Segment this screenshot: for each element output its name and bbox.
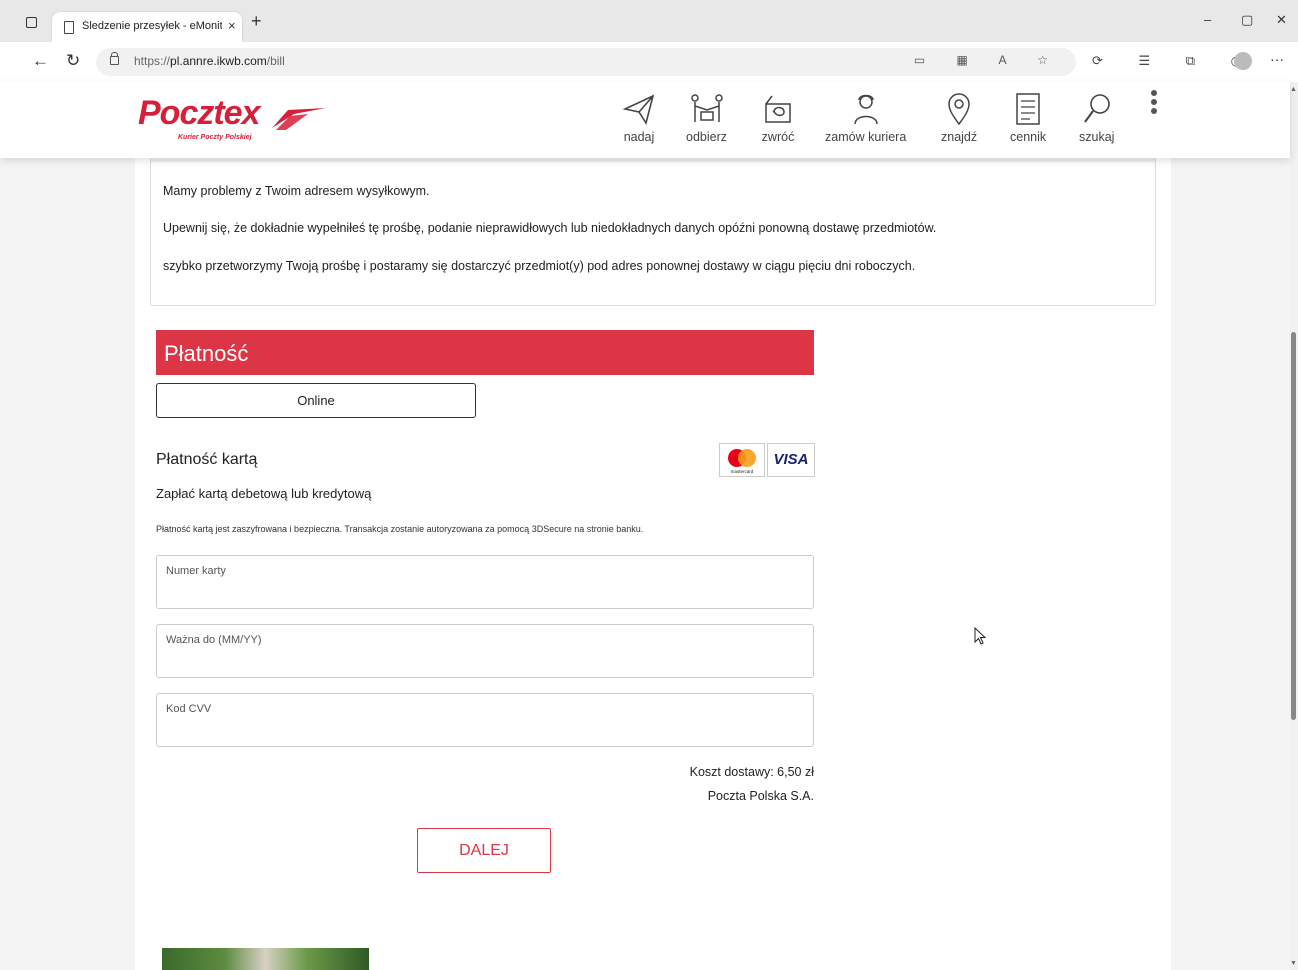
more-icon[interactable]: ··· <box>1270 51 1284 67</box>
card-security-note: Płatność kartą jest zaszyfrowana i bezpi… <box>156 524 644 534</box>
pickup-icon <box>690 94 723 122</box>
online-payment-button[interactable]: Online <box>156 383 476 418</box>
tab-close-button[interactable]: × <box>228 18 236 33</box>
lock-icon[interactable] <box>110 52 119 65</box>
scroll-down-icon[interactable]: ▼ <box>1290 960 1297 967</box>
mouse-cursor-icon <box>974 627 986 645</box>
refresh-icon[interactable]: ↻ <box>66 51 80 71</box>
scroll-up-icon[interactable]: ▲ <box>1290 86 1297 93</box>
logo-swoosh-icon <box>272 108 326 130</box>
card-payment-title: Płatność kartą <box>156 451 258 468</box>
nav-zwroc[interactable]: zwróć <box>760 92 796 144</box>
price-list-icon <box>1016 93 1040 125</box>
location-pin-icon <box>948 93 970 126</box>
new-tab-button[interactable]: + <box>251 12 262 30</box>
nav-znajdz[interactable]: znajdź <box>941 92 977 144</box>
back-icon[interactable]: ← <box>32 51 49 71</box>
delivery-cost: Koszt dostawy: 6,50 zł <box>689 765 814 779</box>
scrollbar-thumb[interactable] <box>1291 332 1296 720</box>
pocztex-logo[interactable]: Pocztex Kurier Poczty Polskiej <box>138 94 326 141</box>
more-menu-icon[interactable] <box>1151 90 1157 117</box>
cvv-input[interactable] <box>157 694 813 746</box>
nav-szukaj[interactable]: szukaj <box>1079 92 1114 144</box>
browser-tab-bar: Śledzenie przesyłek - eMonitorin × + – ▢… <box>0 0 1298 42</box>
paper-plane-icon <box>622 94 655 125</box>
page-icon <box>64 21 74 34</box>
card-number-input[interactable] <box>157 556 813 608</box>
tab-actions-icon[interactable] <box>26 17 37 28</box>
maximize-button[interactable]: ▢ <box>1241 12 1253 28</box>
site-header: Pocztex Kurier Poczty Polskiej nadaj odb… <box>0 82 1290 158</box>
return-icon <box>765 95 791 123</box>
nav-nadaj[interactable]: nadaj <box>622 92 656 144</box>
content-container: Mamy problemy z Twoim adresem wysyłkowym… <box>135 158 1171 970</box>
promo-image <box>162 948 369 970</box>
nav-cennik[interactable]: cennik <box>1010 92 1046 144</box>
courier-icon <box>853 94 878 125</box>
mastercard-icon: mastercard <box>719 443 765 477</box>
company-name: Poczta Polska S.A. <box>707 789 814 803</box>
card-number-field[interactable]: Numer karty <box>156 555 814 609</box>
payment-header: Płatność <box>156 330 814 375</box>
tab-title: Śledzenie przesyłek - eMonitorin <box>82 20 222 32</box>
profile-avatar[interactable] <box>1234 52 1252 70</box>
minimize-button[interactable]: – <box>1204 12 1211 27</box>
expiry-field[interactable]: Ważna do (MM/YY) <box>156 624 814 678</box>
message-line: szybko przetworzymy Twoją prośbę i posta… <box>163 259 916 273</box>
url-field[interactable]: https://pl.annre.ikwb.com/bill ▭ ▦ A ☆ <box>96 48 1076 76</box>
browser-tab[interactable]: Śledzenie przesyłek - eMonitorin × <box>52 12 242 42</box>
url-text[interactable]: https://pl.annre.ikwb.com/bill <box>134 54 285 68</box>
address-bar: ← ↻ https://pl.annre.ikwb.com/bill ▭ ▦ A… <box>0 42 1298 83</box>
message-line: Upewnij się, że dokładnie wypełniłeś tę … <box>163 221 937 235</box>
cvv-field[interactable]: Kod CVV <box>156 693 814 747</box>
card-payment-subtitle: Zapłać kartą debetową lub kredytową <box>156 486 372 501</box>
address-problem-message: Mamy problemy z Twoim adresem wysyłkowym… <box>150 158 1156 306</box>
visa-icon: VISA <box>767 443 815 477</box>
dalej-button[interactable]: DALEJ <box>417 828 551 873</box>
message-line: Mamy problemy z Twoim adresem wysyłkowym… <box>163 184 430 198</box>
nav-odbierz[interactable]: odbierz <box>686 92 727 144</box>
search-icon <box>1083 94 1110 123</box>
expiry-input[interactable] <box>157 625 813 677</box>
svg-text:mastercard: mastercard <box>731 469 754 474</box>
omnibox-actions[interactable]: ▭ ▦ A ☆ <box>914 53 1062 67</box>
nav-zamow-kuriera[interactable]: zamów kuriera <box>825 92 906 144</box>
close-window-button[interactable]: ✕ <box>1276 12 1287 28</box>
